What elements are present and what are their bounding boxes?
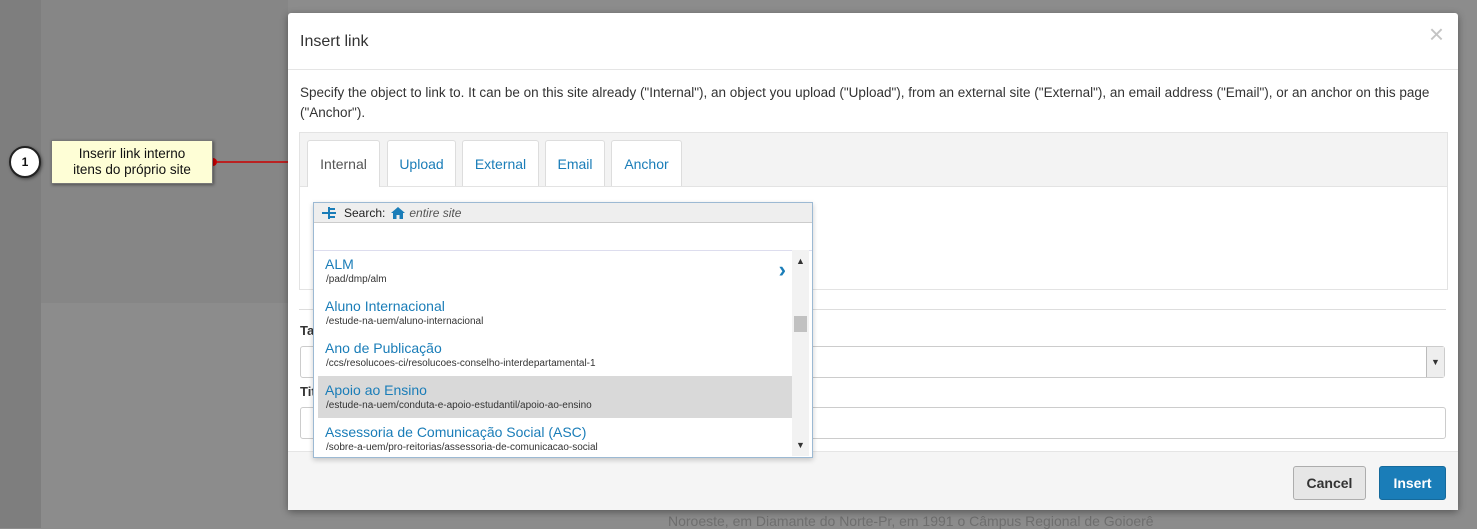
result-title: Ano de Publicação — [325, 340, 442, 356]
tab-email[interactable]: Email — [545, 140, 605, 186]
result-path: /estude-na-uem/aluno-internacional — [326, 316, 484, 327]
result-title: Aluno Internacional — [325, 298, 445, 314]
result-title: ALM — [325, 256, 354, 272]
home-icon — [391, 206, 406, 219]
search-header: Search: entire site — [314, 203, 812, 223]
search-scope: entire site — [409, 205, 462, 220]
scroll-up-icon[interactable]: ▲ — [792, 254, 809, 268]
dialog-title: Insert link — [300, 33, 369, 50]
close-icon[interactable]: × — [1429, 19, 1444, 50]
search-results: ALM /pad/dmp/alm › Aluno Internacional /… — [318, 250, 792, 456]
result-path: /pad/dmp/alm — [326, 274, 387, 285]
result-title: Apoio ao Ensino — [325, 382, 427, 398]
tab-external[interactable]: External — [462, 140, 539, 186]
background-sidebar — [0, 0, 41, 528]
tree-icon[interactable] — [322, 206, 336, 219]
dialog-header: Insert link × — [288, 13, 1458, 70]
result-item-alm[interactable]: ALM /pad/dmp/alm › — [318, 250, 792, 292]
scroll-down-icon[interactable]: ▼ — [792, 438, 809, 452]
tab-internal[interactable]: Internal — [307, 140, 380, 187]
dialog-footer: Cancel Insert — [288, 451, 1458, 510]
cancel-button[interactable]: Cancel — [1293, 466, 1366, 500]
chevron-right-icon[interactable]: › — [779, 257, 786, 283]
tab-upload[interactable]: Upload — [387, 140, 456, 186]
callout-text-line1: Inserir link interno — [78, 146, 186, 161]
search-label: Search: — [344, 205, 386, 220]
result-item-assessoria-comunicacao[interactable]: Assessoria de Comunicação Social (ASC) /… — [318, 418, 792, 456]
tab-anchor[interactable]: Anchor — [611, 140, 682, 186]
callout-text-line2: itens do próprio site — [73, 162, 191, 177]
result-path: /estude-na-uem/conduta-e-apoio-estudanti… — [326, 400, 592, 411]
results-scrollbar[interactable]: ▲ ▼ — [792, 250, 809, 456]
dialog-description: Specify the object to link to. It can be… — [300, 85, 1430, 120]
chevron-down-icon[interactable]: ▼ — [1426, 347, 1444, 377]
result-path: /ccs/resolucoes-ci/resolucoes-conselho-i… — [326, 358, 596, 369]
callout-number-badge: 1 — [9, 146, 41, 178]
result-item-apoio-ao-ensino[interactable]: Apoio ao Ensino /estude-na-uem/conduta-e… — [318, 376, 792, 418]
background-text: Noroeste, em Diamante do Norte-Pr, em 19… — [668, 513, 1154, 529]
insert-button[interactable]: Insert — [1379, 466, 1446, 500]
result-item-ano-de-publicacao[interactable]: Ano de Publicação /ccs/resolucoes-ci/res… — [318, 334, 792, 376]
result-item-aluno-internacional[interactable]: Aluno Internacional /estude-na-uem/aluno… — [318, 292, 792, 334]
callout-note: Inserir link interno itens do próprio si… — [51, 140, 213, 184]
scrollbar-thumb[interactable] — [794, 316, 807, 332]
result-title: Assessoria de Comunicação Social (ASC) — [325, 424, 587, 440]
result-path: /sobre-a-uem/pro-reitorias/assessoria-de… — [326, 442, 598, 453]
search-input[interactable] — [314, 223, 812, 251]
internal-search-dropdown: Search: entire site ALM /pad/dmp/alm › A… — [313, 202, 813, 458]
